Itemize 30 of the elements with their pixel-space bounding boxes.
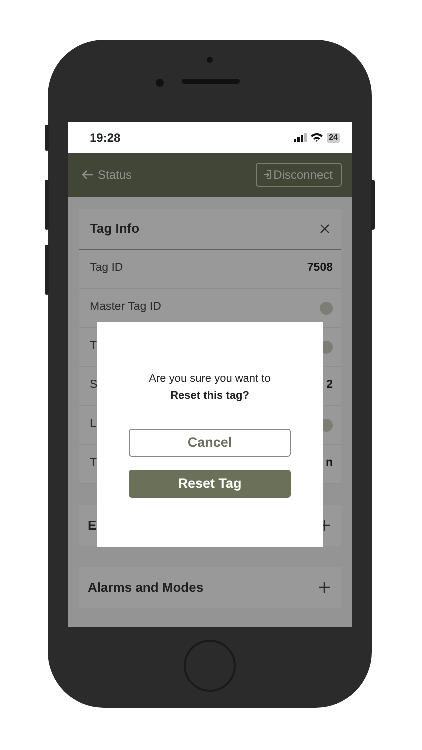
signal-icon [294, 133, 308, 142]
row-label: L [90, 417, 96, 432]
close-icon[interactable] [320, 224, 330, 234]
sensor-dot [207, 57, 213, 63]
plus-icon [319, 582, 330, 593]
card-title: Tag Info [90, 220, 140, 238]
row-label: S [90, 378, 98, 394]
row-value: 2 [326, 378, 333, 394]
speaker-grille [182, 79, 240, 84]
wifi-icon [311, 133, 324, 142]
section-header[interactable]: Alarms and Modes [79, 567, 341, 608]
reset-button[interactable]: Reset Tag [129, 470, 291, 498]
front-camera [156, 79, 164, 87]
row-value: n [326, 456, 333, 472]
status-dot [320, 302, 333, 314]
row-label: T [90, 456, 98, 472]
clock-time: 19:28 [90, 130, 121, 146]
row-label: Tag ID [90, 261, 124, 276]
back-arrow-icon [82, 170, 94, 180]
back-link[interactable]: Status [82, 166, 132, 184]
battery-icon: 24 [327, 132, 340, 142]
row-label: Master Tag ID [90, 300, 162, 316]
cancel-button[interactable]: Cancel [129, 429, 291, 457]
disconnect-button[interactable]: Disconnect [256, 163, 342, 187]
row-value: 7508 [307, 261, 333, 276]
section-title: E [88, 516, 97, 535]
section-title: Alarms and Modes [88, 578, 204, 597]
exit-icon [262, 170, 272, 180]
dialog-message: Are you sure you want to Reset this tag? [149, 372, 271, 404]
row-label: T [90, 339, 98, 354]
